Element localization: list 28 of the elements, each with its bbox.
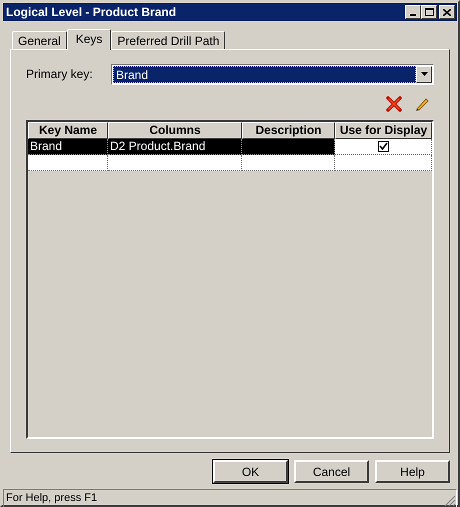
tab[interactable]: General bbox=[12, 31, 67, 49]
column-header[interactable]: Use for Display bbox=[335, 122, 432, 139]
window-title: Logical Level - Product Brand bbox=[6, 4, 178, 21]
table-row[interactable]: Brand D2 Product.Brand bbox=[28, 139, 432, 155]
maximize-button[interactable] bbox=[421, 5, 437, 19]
status-text: For Help, press F1 bbox=[6, 491, 98, 506]
dialog-button[interactable]: OK bbox=[213, 460, 288, 483]
maximize-icon bbox=[424, 8, 434, 16]
minimize-icon bbox=[410, 14, 416, 16]
resize-grip-icon[interactable] bbox=[444, 494, 456, 506]
table-cell: D2 Product.Brand bbox=[108, 139, 242, 155]
close-icon bbox=[443, 8, 451, 16]
tab[interactable]: Keys bbox=[66, 29, 112, 50]
column-header[interactable]: Columns bbox=[108, 122, 242, 139]
primary-key-dropdown[interactable]: Brand bbox=[111, 64, 434, 84]
delete-icon[interactable] bbox=[386, 96, 402, 112]
dialog-button[interactable]: Cancel bbox=[294, 460, 369, 483]
tab[interactable]: Preferred Drill Path bbox=[111, 31, 226, 49]
checkbox[interactable] bbox=[378, 141, 388, 152]
close-button[interactable] bbox=[439, 5, 455, 19]
column-header[interactable]: Key Name bbox=[28, 122, 108, 139]
column-header[interactable]: Description bbox=[242, 122, 335, 139]
dialog-button[interactable]: Help bbox=[375, 460, 450, 483]
dropdown-value: Brand bbox=[113, 66, 416, 82]
primary-key-label: Primary key: bbox=[26, 66, 94, 83]
minimize-button[interactable] bbox=[405, 5, 421, 19]
pencil-icon[interactable] bbox=[414, 96, 430, 112]
table-cell: Brand bbox=[28, 139, 108, 155]
